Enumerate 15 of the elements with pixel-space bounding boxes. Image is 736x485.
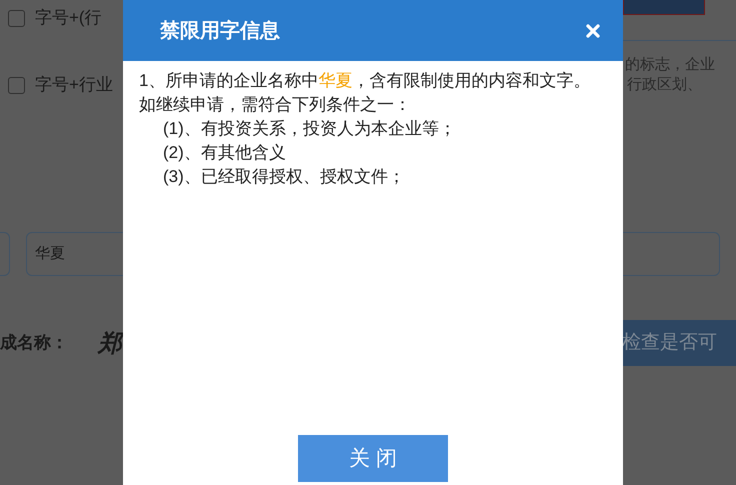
notice-text: 1、所申请的企业名称中华夏，含有限制使用的内容和文字。: [139, 70, 592, 92]
condition-text: (2)、有其他含义: [162, 142, 287, 164]
option-label: 字号+(行: [35, 7, 102, 30]
result-name: 郑: [98, 327, 122, 359]
dialog-title: 禁限用字信息: [160, 18, 280, 44]
checkbox[interactable]: [8, 76, 25, 94]
condition-text: (3)、已经取得授权、授权文件；: [162, 166, 406, 188]
result-label: 成名称：: [0, 332, 68, 354]
condition-text: (1)、有投资关系，投资人为本企业等；: [162, 118, 457, 140]
close-button[interactable]: 关 闭: [298, 435, 448, 482]
top-button[interactable]: [623, 0, 705, 15]
intro-text: 如继续申请，需符合下列条件之一：: [139, 94, 412, 116]
text-field[interactable]: [0, 232, 10, 276]
checkbox[interactable]: [8, 10, 25, 26]
option-label: 字号+行业: [35, 74, 113, 96]
